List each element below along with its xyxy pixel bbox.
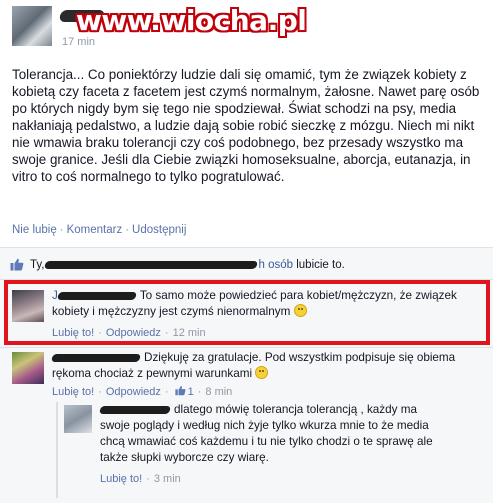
- meta-separator: ·: [146, 473, 150, 485]
- likes-count-link[interactable]: h osób: [258, 259, 293, 271]
- thumbs-up-icon: [10, 258, 24, 271]
- comment-button[interactable]: Komentarz: [67, 224, 123, 236]
- watermark: www.wiocha.pl: [76, 4, 307, 37]
- action-separator: ·: [59, 224, 64, 236]
- comment-like-button[interactable]: Lubię to!: [52, 386, 94, 398]
- commenter-name-redacted[interactable]: [51, 353, 141, 362]
- commenter-avatar[interactable]: [12, 352, 44, 384]
- meta-separator: ·: [164, 386, 169, 398]
- post-header: www.wiocha.pl 17 min: [0, 0, 493, 56]
- comment-text-block: dlatego mówię tolerancja tolerancją , ka…: [99, 402, 450, 466]
- commenter-avatar[interactable]: [64, 405, 92, 433]
- share-button[interactable]: Udostępnij: [132, 224, 186, 236]
- post-actions: Nie lubię · Komentarz · Udostępnij: [12, 224, 186, 236]
- post-timestamp[interactable]: 17 min: [62, 36, 95, 48]
- comment-time[interactable]: 3 min: [154, 473, 181, 485]
- meta-separator: ·: [98, 386, 102, 398]
- comment-time[interactable]: 8 min: [205, 386, 232, 398]
- likes-suffix: lubicie to.: [296, 258, 345, 271]
- action-separator: ·: [125, 224, 130, 236]
- comment-like-button[interactable]: Lubię to!: [100, 473, 142, 485]
- likes-summary: Ty, h osób lubicie to.: [10, 258, 345, 271]
- highlight-frame: [4, 280, 490, 345]
- post-text: Tolerancja... Co poniektórzy ludzie dali…: [12, 67, 480, 184]
- reply-thread-line: [56, 402, 58, 498]
- thumbs-up-icon: [174, 385, 186, 396]
- redacted-names: [44, 260, 259, 269]
- commenter-name-redacted[interactable]: [99, 405, 171, 414]
- divider: [0, 347, 493, 348]
- meta-separator: ·: [197, 386, 202, 398]
- comment-meta: Lubię to! · Odpowiedz · 1 · 8 min: [52, 384, 232, 400]
- likes-you: Ty,: [30, 258, 45, 271]
- author-avatar[interactable]: [12, 6, 52, 46]
- wink-emoji-icon: [255, 366, 269, 379]
- comment-reply-button[interactable]: Odpowiedz: [106, 386, 161, 398]
- comment-like-count[interactable]: 1: [188, 386, 194, 398]
- unlike-button[interactable]: Nie lubię: [12, 224, 57, 236]
- comment-meta: Lubię to! · 3 min: [100, 471, 181, 487]
- comment-text-block: Dziękuję za gratulacje. Pod wszystkim po…: [51, 350, 472, 382]
